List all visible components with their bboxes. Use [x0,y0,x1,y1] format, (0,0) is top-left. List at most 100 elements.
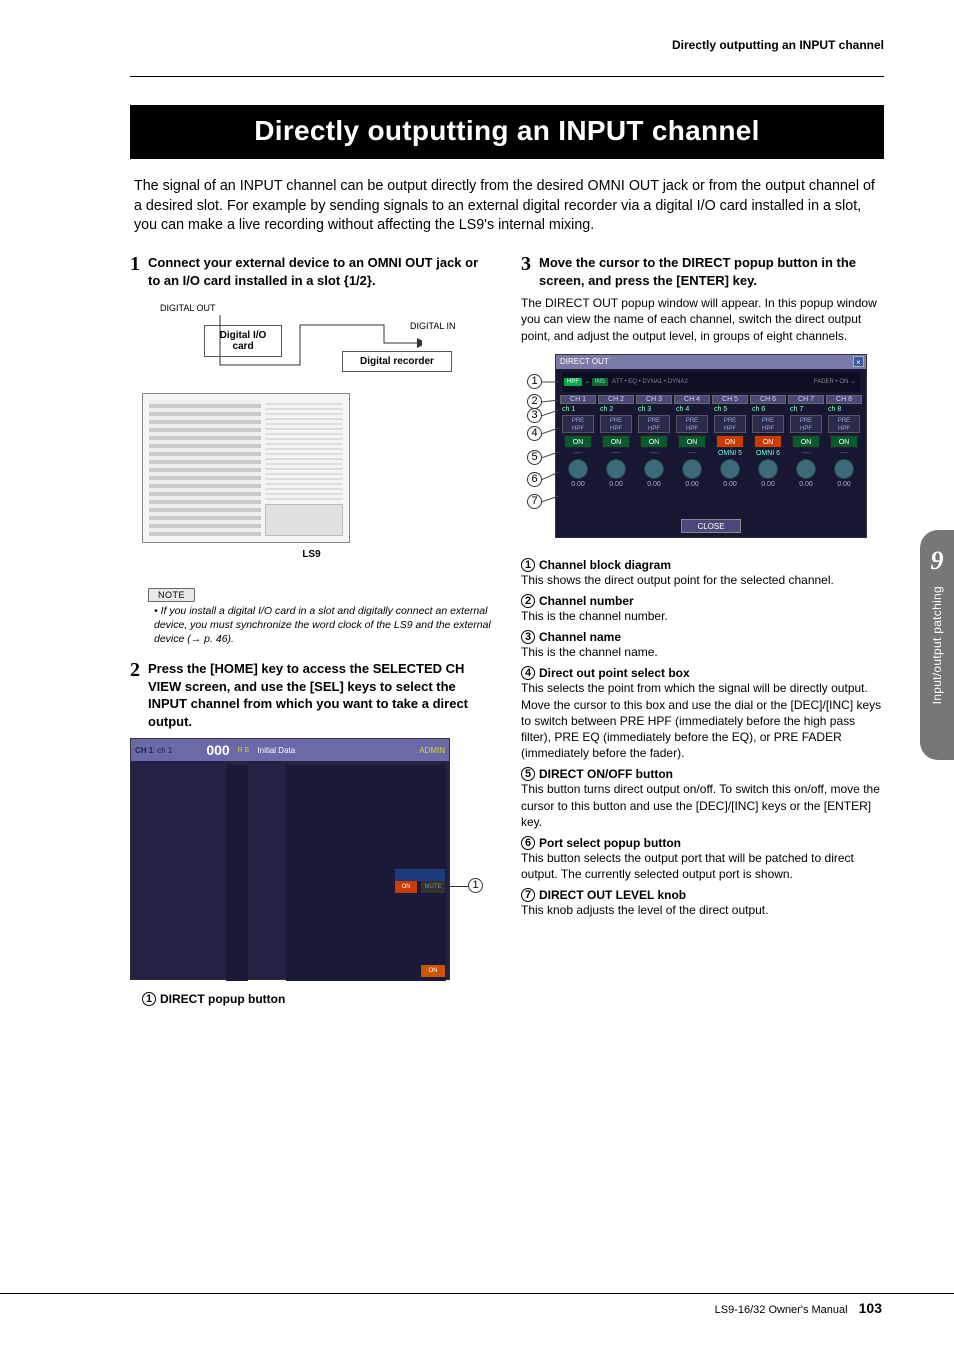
label-ls9: LS9 [130,549,493,560]
selected-ch-view-screenshot: CH 1 ch 1 000 R E Initial Data ADMIN ON [130,738,450,980]
connection-diagram: DIGITAL OUT DIGITAL IN Digital I/O card … [130,299,493,579]
popup-level-value: 0.00 [799,481,813,488]
popup-level-knob[interactable] [568,459,588,479]
popup-close-button[interactable]: CLOSE [681,519,741,533]
def6-head: Port select popup button [539,836,681,850]
ss1-direct-on[interactable]: ON [395,881,417,893]
popup-level-knob[interactable] [834,459,854,479]
popup-channel-4: CH 4ch 4PREHPFON----0.00 [674,395,710,515]
popup-on-button[interactable]: ON [602,435,631,448]
step-3-body: The DIRECT OUT popup window will appear.… [521,295,884,344]
popup-ch-name: ch 1 [560,406,596,413]
callout-4: 4 [527,426,542,441]
note-block: NOTE • If you install a digital I/O card… [148,585,493,646]
step-2-number: 2 [130,660,140,730]
popup-ch-label: CH 7 [788,395,824,404]
callout-2: 2 [527,394,542,409]
def3-body: This is the channel name. [521,644,884,660]
popup-level-value: 0.00 [761,481,775,488]
popup-level-value: 0.00 [723,481,737,488]
popup-level-value: 0.00 [571,481,585,488]
step-1-number: 1 [130,254,140,289]
popup-channel-7: CH 7ch 7PREHPFON----0.00 [788,395,824,515]
popup-channel-8: CH 8 ch 8 PREHPF ON ---- 0.00 [826,395,862,515]
fig1-caption-text: DIRECT popup button [160,992,285,1006]
popup-point-select[interactable]: PREHPF [714,415,746,433]
popup-on-button[interactable]: ON [564,435,593,448]
ss1-ch2: ch 1 [157,746,172,755]
step-3: 3 Move the cursor to the DIRECT popup bu… [521,254,884,289]
popup-port-button[interactable]: ---- [788,450,824,457]
direct-out-popup-figure: DIRECT OUT × HPF → INS ATT • EQ • DYNA1 … [521,354,884,544]
popup-point-select[interactable]: PREHPF [790,415,822,433]
popup-ch-label: CH 5 [712,395,748,404]
popup-point-select[interactable]: PREHPF [828,415,860,433]
chapter-tab: 9 Input/output patching [920,530,954,760]
popup-ch-label: CH 1 [560,395,596,404]
popup-level-knob[interactable] [606,459,626,479]
popup-channel-3: CH 3ch 3PREHPFON----0.00 [636,395,672,515]
popup-close-x[interactable]: × [853,356,864,367]
definitions: 1Channel block diagramThis shows the dir… [521,558,884,919]
footer-page-number: 103 [859,1300,882,1316]
ss1-direct-tab [395,869,445,881]
chapter-label: Input/output patching [930,586,944,704]
popup-port-button[interactable]: ---- [560,450,596,457]
popup-level-value: 0.00 [647,481,661,488]
popup-ch-label: CH 4 [674,395,710,404]
popup-port-button[interactable]: ---- [674,450,710,457]
ss1-re: R E [238,747,250,754]
def7-head: DIRECT OUT LEVEL knob [539,888,686,902]
popup-port-button[interactable]: OMNI 6 [750,450,786,457]
popup-level-value: 0.00 [609,481,623,488]
popup-ch-name: ch 6 [750,406,786,413]
note-tag: NOTE [148,588,195,602]
popup-ch-name: ch 5 [712,406,748,413]
popup-level-knob[interactable] [720,459,740,479]
popup-level-knob[interactable] [644,459,664,479]
popup-level-knob[interactable] [758,459,778,479]
popup-on-button[interactable]: ON [830,435,859,448]
popup-channel-2: CH 2ch 2PREHPFON----0.00 [598,395,634,515]
popup-point-select[interactable]: PREHPF [676,415,708,433]
chapter-number: 9 [931,546,944,576]
popup-level-knob[interactable] [796,459,816,479]
popup-port-button[interactable]: ---- [636,450,672,457]
ss1-title: Initial Data [257,746,295,755]
popup-channel-5: CH 5 ch 5 PREHPF ON OMNI 5 0.00 [712,395,748,515]
popup-point-select[interactable]: PREHPF [752,415,784,433]
popup-level-knob[interactable] [682,459,702,479]
popup-ch-name: ch 8 [826,406,862,413]
popup-point-select[interactable]: PREHPF [638,415,670,433]
step-1: 1 Connect your external device to an OMN… [130,254,493,289]
top-rule [130,76,884,77]
popup-point-select[interactable]: PREHPF [562,415,594,433]
def2-body: This is the channel number. [521,608,884,624]
callout-leaders [541,354,559,538]
right-column: 3 Move the cursor to the DIRECT popup bu… [521,254,884,1006]
popup-port-button[interactable]: ---- [826,450,862,457]
popup-on-button[interactable]: ON [716,435,745,448]
popup-on-button[interactable]: ON [792,435,821,448]
popup-on-button[interactable]: ON [754,435,783,448]
popup-title: DIRECT OUT [560,357,609,366]
step-3-number: 3 [521,254,531,289]
popup-port-button[interactable]: OMNI 5 [712,450,748,457]
popup-on-button[interactable]: ON [678,435,707,448]
popup-ch-label: CH 8 [826,395,862,404]
popup-port-button[interactable]: ---- [598,450,634,457]
popup-point-select[interactable]: PREHPF [600,415,632,433]
def7-body: This knob adjusts the level of the direc… [521,902,884,918]
step-2-text: Press the [HOME] key to access the SELEC… [148,660,493,730]
note-text: • If you install a digital I/O card in a… [148,605,493,646]
ss1-on-bottom[interactable]: ON [421,965,445,977]
fig1-num: 1 [142,992,156,1006]
def3-head: Channel name [539,630,621,644]
popup-level-value: 0.00 [685,481,699,488]
ss1-mute[interactable]: MUTE [421,881,445,893]
popup-on-button[interactable]: ON [640,435,669,448]
popup-level-value: 0.00 [837,481,851,488]
callout-1: 1 [527,374,542,389]
def5-body: This button turns direct output on/off. … [521,781,884,830]
popup-ch-name: ch 3 [636,406,672,413]
